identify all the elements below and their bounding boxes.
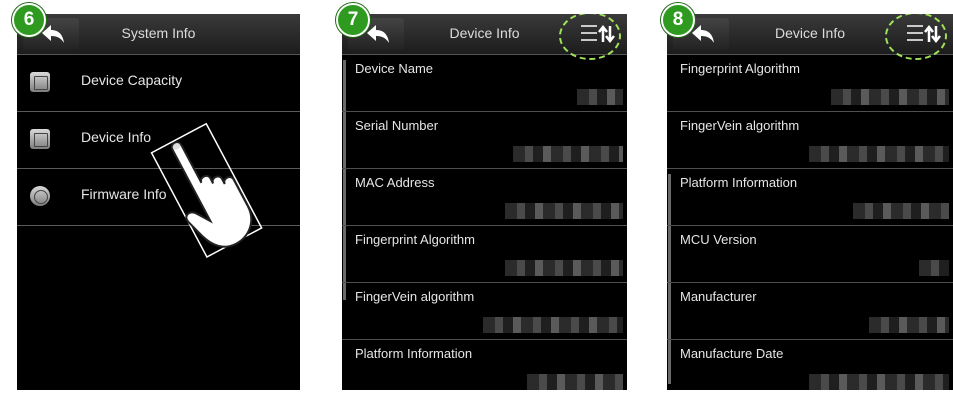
menu-item-label: Device Info [81, 129, 152, 145]
info-row-mac-address[interactable]: MAC Address [342, 169, 627, 226]
info-label: MAC Address [355, 175, 435, 190]
redacted-value [869, 317, 949, 333]
device-info-screen: Device Info Device Name Serial Number MA… [342, 14, 627, 390]
sort-menu-button[interactable] [559, 14, 623, 60]
redacted-value [513, 146, 623, 162]
step-badge: 8 [661, 3, 695, 37]
system-info-screen: System Info Device Capacity Device Info … [17, 14, 300, 390]
info-label: Manufacturer [680, 289, 757, 304]
redacted-value [483, 317, 623, 333]
sort-menu-button[interactable] [885, 14, 949, 60]
info-label: Fingerprint Algorithm [680, 61, 800, 76]
info-label: Platform Information [680, 175, 798, 190]
info-row-manufacturer[interactable]: Manufacturer [667, 283, 953, 340]
redacted-value [809, 374, 949, 390]
info-label: FingerVein algorithm [680, 118, 800, 133]
sort-menu-icon [907, 24, 941, 44]
firmware-icon [30, 186, 50, 206]
redacted-value [831, 89, 949, 105]
info-label: Platform Information [355, 346, 473, 361]
info-label: FingerVein algorithm [355, 289, 475, 304]
info-row-manufacture-date[interactable]: Manufacture Date [667, 340, 953, 390]
capacity-icon [30, 72, 50, 92]
redacted-value [919, 260, 949, 276]
info-row-fingerprint-algorithm[interactable]: Fingerprint Algorithm [667, 55, 953, 112]
info-row-mcu-version[interactable]: MCU Version [667, 226, 953, 283]
device-info-screen-scrolled: Device Info Fingerprint Algorithm Finger… [667, 14, 953, 390]
title-bar: Device Info [342, 14, 627, 60]
sort-menu-icon [581, 24, 615, 44]
info-label: Fingerprint Algorithm [355, 232, 475, 247]
info-row-fingervein-algorithm[interactable]: FingerVein algorithm [342, 283, 627, 340]
redacted-value [853, 203, 949, 219]
info-row-platform-information[interactable]: Platform Information [342, 340, 627, 390]
step-badge: 6 [12, 3, 46, 37]
device-info-icon [30, 129, 50, 149]
title-bar: System Info [17, 14, 300, 55]
step-badge: 7 [336, 3, 370, 37]
tap-hand-icon [150, 122, 263, 259]
info-label: Device Name [355, 61, 434, 76]
redacted-value [809, 146, 949, 162]
menu-item-device-capacity[interactable]: Device Capacity [17, 55, 300, 112]
info-label: MCU Version [680, 232, 757, 247]
redacted-value [505, 203, 623, 219]
redacted-value [577, 89, 623, 105]
info-row-serial-number[interactable]: Serial Number [342, 112, 627, 169]
title-bar: Device Info [667, 14, 953, 60]
info-row-fingervein-algorithm[interactable]: FingerVein algorithm [667, 112, 953, 169]
page-title: System Info [121, 25, 196, 41]
info-row-platform-information[interactable]: Platform Information [667, 169, 953, 226]
info-row-device-name[interactable]: Device Name [342, 55, 627, 112]
menu-item-label: Device Capacity [81, 72, 183, 88]
info-row-fingerprint-algorithm[interactable]: Fingerprint Algorithm [342, 226, 627, 283]
redacted-value [505, 260, 623, 276]
redacted-value [527, 374, 623, 390]
info-label: Serial Number [355, 118, 439, 133]
info-label: Manufacture Date [680, 346, 784, 361]
